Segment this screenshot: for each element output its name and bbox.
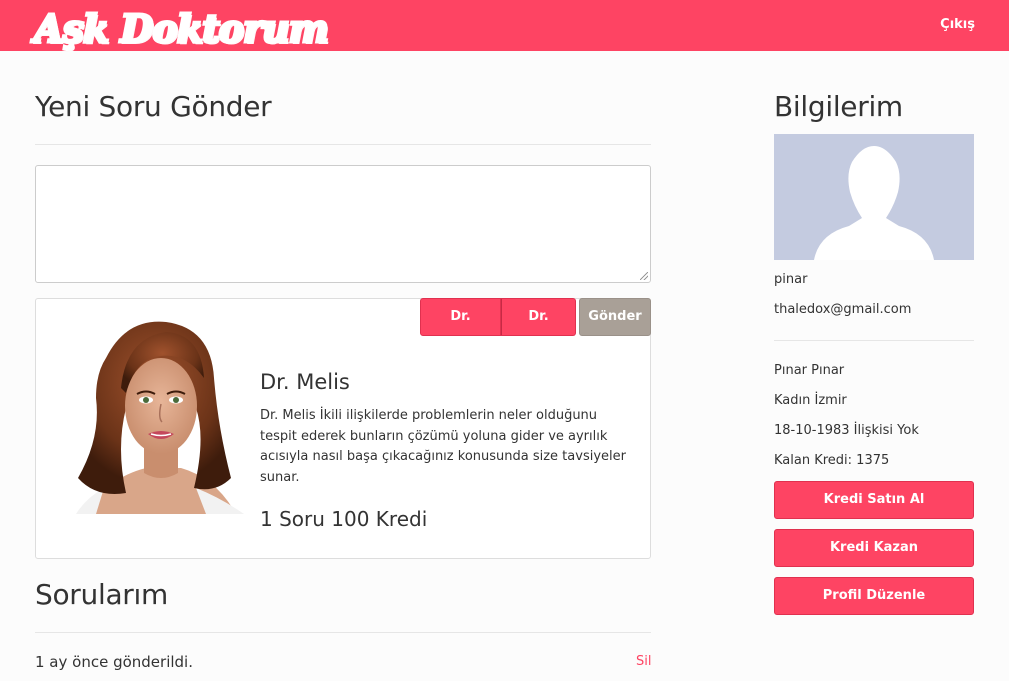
doctor-tab-group: Dr. Melis Dr. Bora <box>420 298 576 360</box>
profile-birth-status: 18-10-1983 İlişkisi Yok <box>774 423 919 438</box>
brand-logo[interactable]: Aşk Doktorum <box>33 5 331 53</box>
profile-full-name: Pınar Pınar <box>774 363 845 378</box>
profile-title: Bilgilerim <box>774 90 903 123</box>
doctor-description: Dr. Melis İkili ilişkilerde problemlerin… <box>260 408 626 485</box>
divider <box>35 144 651 145</box>
buy-credit-button[interactable]: Kredi Satın Al <box>774 481 974 519</box>
doctor-avatar <box>76 321 244 514</box>
doctor-price: 1 Soru 100 Kredi <box>260 507 428 531</box>
question-sent-time: 1 ay önce gönderildi. <box>35 653 193 671</box>
tab-dr-bora[interactable]: Dr. Bora <box>501 298 576 360</box>
profile-picture <box>774 134 974 260</box>
edit-profile-button[interactable]: Profil Düzenle <box>774 577 974 615</box>
profile-email: thaledox@gmail.com <box>774 302 912 317</box>
user-silhouette-icon <box>814 146 934 260</box>
profile-gender-city: Kadın İzmir <box>774 393 847 408</box>
my-questions-title: Sorularım <box>35 578 168 611</box>
delete-question-link[interactable]: Sil <box>636 654 651 669</box>
earn-credit-button[interactable]: Kredi Kazan <box>774 529 974 567</box>
new-question-title: Yeni Soru Gönder <box>35 90 272 123</box>
doctor-name: Dr. Melis <box>260 370 350 394</box>
logout-link[interactable]: Çıkış <box>940 17 975 32</box>
profile-credit: Kalan Kredi: 1375 <box>774 453 890 468</box>
top-navbar: Aşk Doktorum Çıkış <box>0 0 1009 53</box>
question-textarea[interactable] <box>35 165 651 283</box>
divider <box>35 632 651 633</box>
resize-handle-icon[interactable] <box>640 272 648 280</box>
brand-logo-text: Aşk Doktorum <box>33 5 331 53</box>
divider <box>774 340 974 341</box>
tab-dr-melis[interactable]: Dr. Melis <box>420 298 501 360</box>
send-button[interactable]: Gönder <box>579 298 651 336</box>
profile-username: pinar <box>774 272 808 287</box>
